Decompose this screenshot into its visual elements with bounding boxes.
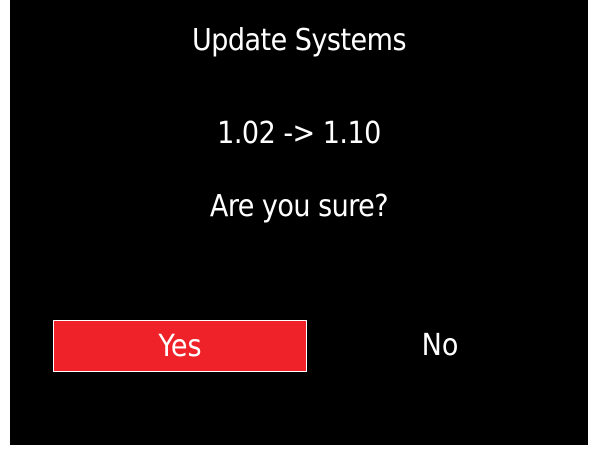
confirmation-question: Are you sure? bbox=[209, 189, 389, 224]
no-button[interactable]: No bbox=[390, 320, 490, 372]
version-change: 1.02 -> 1.10 bbox=[217, 116, 381, 151]
dialog-title: Update Systems bbox=[191, 23, 407, 58]
update-dialog-screen: Update Systems 1.02 -> 1.10 Are you sure… bbox=[10, 0, 588, 445]
yes-button[interactable]: Yes bbox=[53, 320, 307, 372]
